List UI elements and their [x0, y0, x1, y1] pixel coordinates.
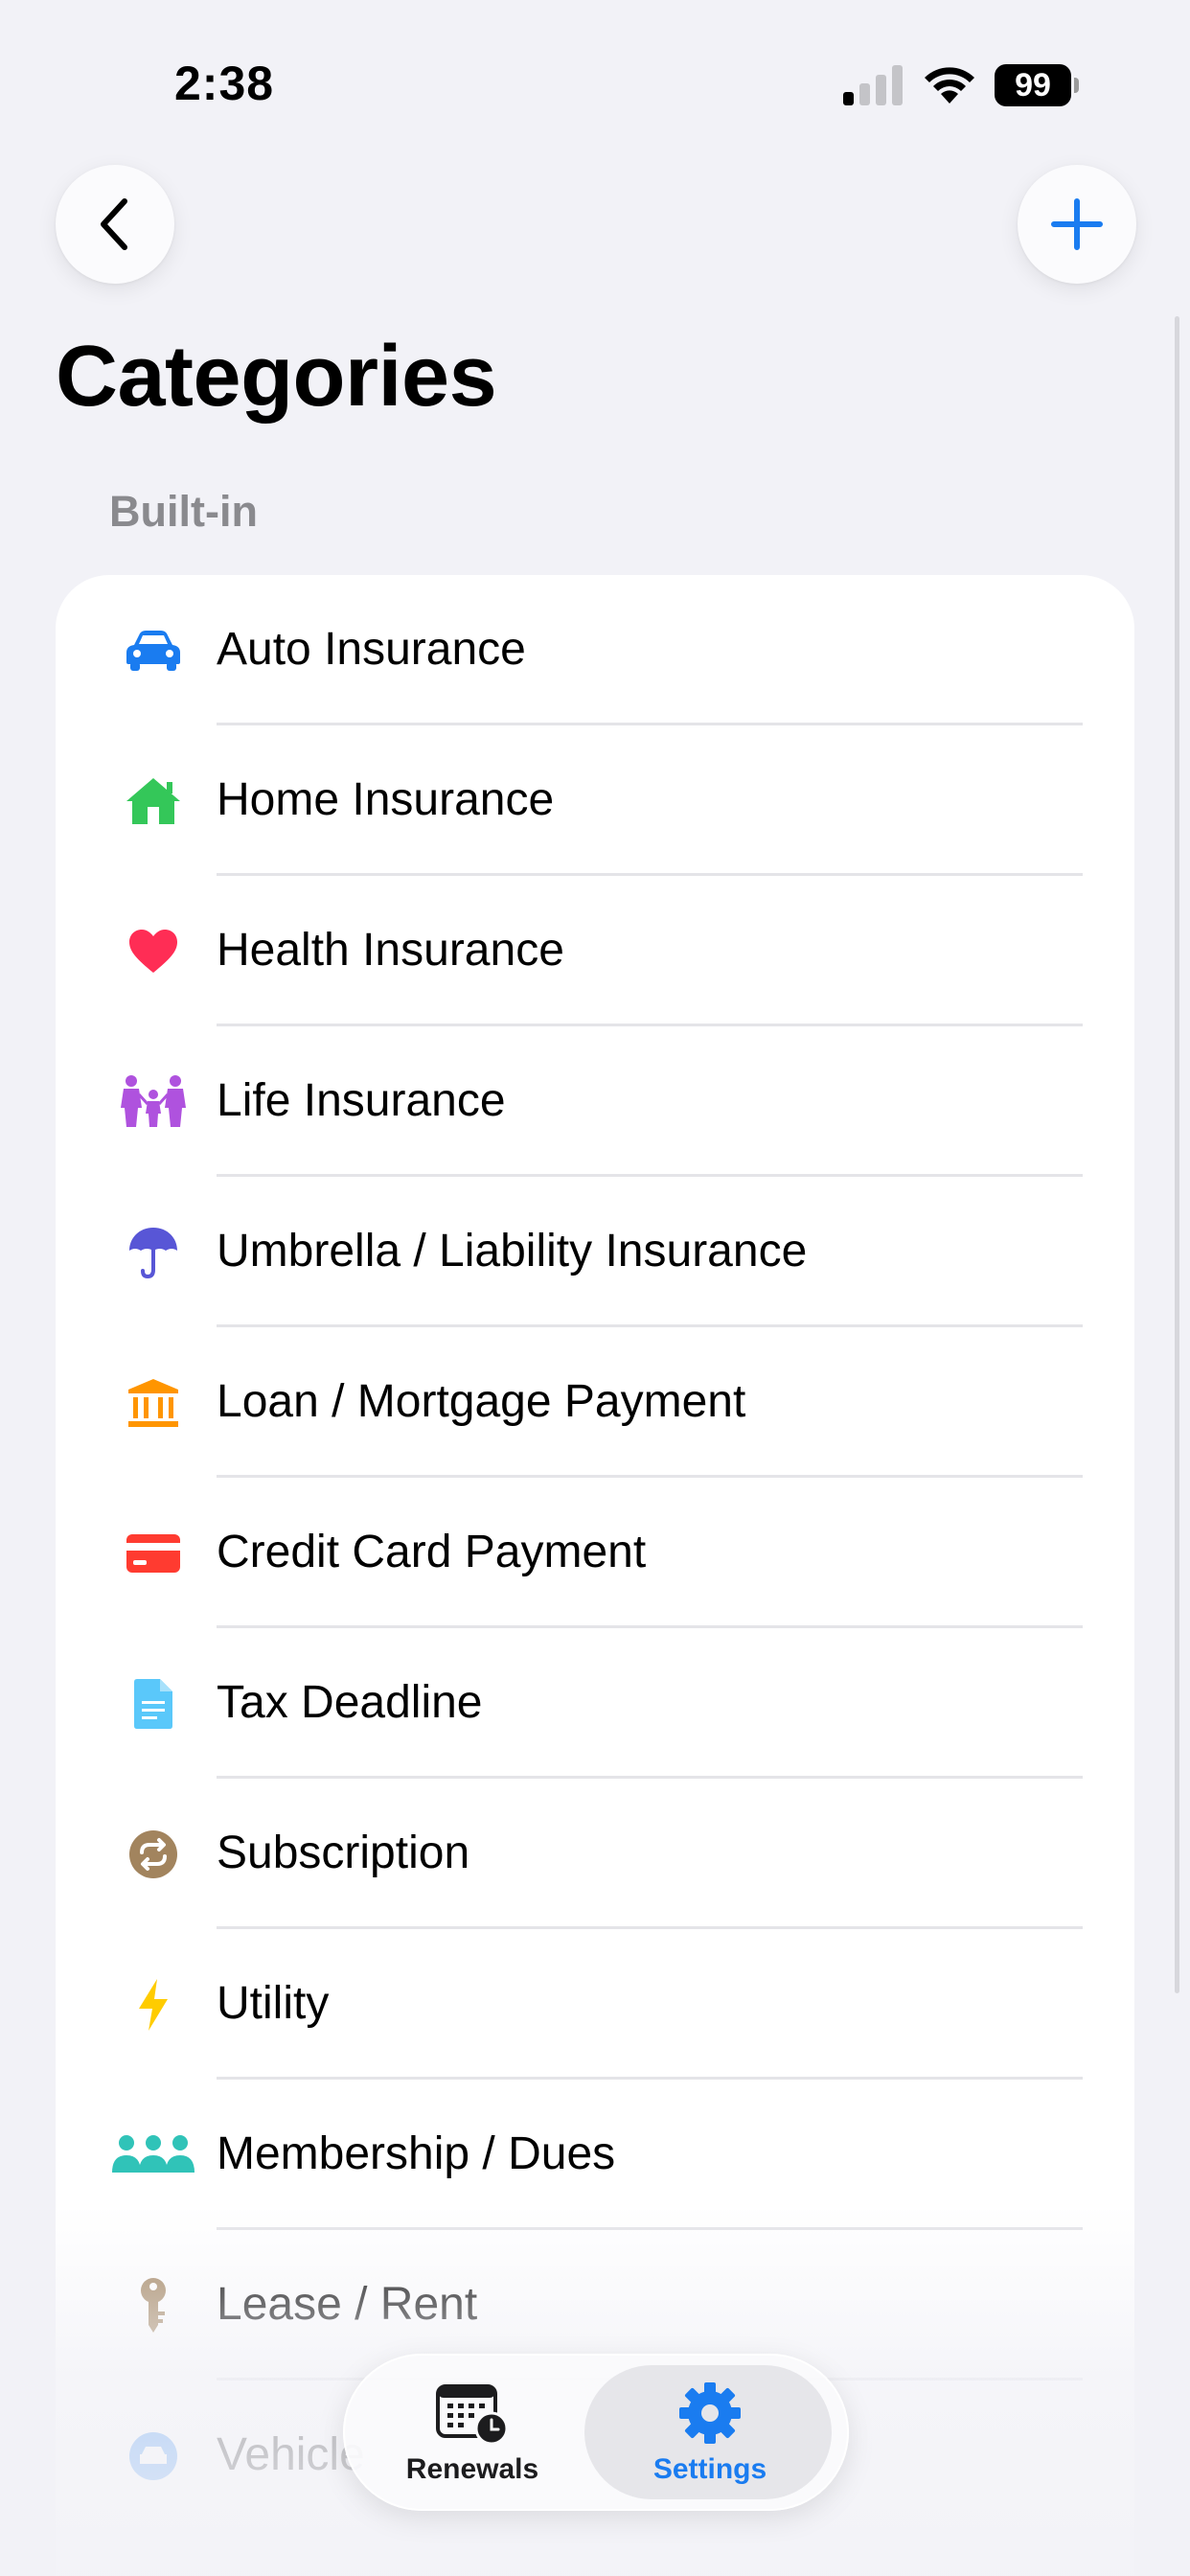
bolt-icon	[103, 1971, 203, 2038]
cellular-signal-icon	[843, 65, 903, 105]
category-label: Life Insurance	[217, 1075, 506, 1126]
category-label: Umbrella / Liability Insurance	[217, 1226, 808, 1276]
category-row-life-insurance[interactable]: Life Insurance	[56, 1026, 1134, 1177]
category-label: Subscription	[217, 1828, 470, 1878]
category-label: Tax Deadline	[217, 1677, 483, 1728]
category-row-tax-deadline[interactable]: Tax Deadline	[56, 1628, 1134, 1779]
section-header-built-in: Built-in	[109, 487, 258, 536]
category-label: Utility	[217, 1978, 330, 2029]
category-row-auto-insurance[interactable]: Auto Insurance	[56, 575, 1134, 725]
tab-label: Renewals	[405, 2453, 539, 2485]
calendar-clock-icon	[353, 2380, 592, 2448]
category-row-health-insurance[interactable]: Health Insurance	[56, 876, 1134, 1026]
category-row-credit-card[interactable]: Credit Card Payment	[56, 1478, 1134, 1628]
category-list: Auto Insurance Home Insurance Health Ins…	[56, 575, 1134, 2576]
category-label: Loan / Mortgage Payment	[217, 1376, 746, 1427]
category-label: Home Insurance	[217, 774, 555, 825]
category-label: Health Insurance	[217, 925, 564, 976]
heart-icon	[103, 918, 203, 985]
key-icon	[103, 2272, 203, 2339]
gear-icon	[590, 2380, 830, 2448]
car-icon	[103, 617, 203, 684]
car-circle-icon	[103, 2423, 203, 2490]
page-title: Categories	[56, 329, 497, 425]
category-row-subscription[interactable]: Subscription	[56, 1779, 1134, 1929]
bank-icon	[103, 1369, 203, 1437]
battery-indicator: 99	[995, 64, 1079, 106]
category-row-utility[interactable]: Utility	[56, 1929, 1134, 2080]
credit-card-icon	[103, 1520, 203, 1587]
category-label: Auto Insurance	[217, 624, 526, 675]
repeat-icon	[103, 1821, 203, 1888]
category-label: Credit Card Payment	[217, 1527, 647, 1577]
category-row-home-insurance[interactable]: Home Insurance	[56, 725, 1134, 876]
status-bar: 2:38 99	[0, 0, 1190, 144]
chevron-left-icon	[101, 198, 127, 250]
umbrella-icon	[103, 1219, 203, 1286]
family-icon	[103, 1069, 203, 1136]
add-category-button[interactable]	[1018, 165, 1136, 284]
category-label: Membership / Dues	[217, 2128, 616, 2179]
category-row-membership[interactable]: Membership / Dues	[56, 2080, 1134, 2230]
tab-bar: Renewals Settings	[343, 2354, 849, 2511]
scroll-indicator[interactable]	[1175, 316, 1179, 1993]
house-icon	[103, 768, 203, 835]
battery-level: 99	[1015, 67, 1051, 104]
document-icon	[103, 1670, 203, 1737]
status-time: 2:38	[174, 57, 275, 110]
category-row-umbrella-insurance[interactable]: Umbrella / Liability Insurance	[56, 1177, 1134, 1327]
wifi-icon	[925, 67, 974, 104]
tab-label: Settings	[652, 2453, 767, 2485]
tab-settings[interactable]: Settings	[590, 2354, 830, 2511]
people-icon	[103, 2122, 203, 2189]
plus-icon	[1051, 198, 1103, 250]
category-row-loan-mortgage[interactable]: Loan / Mortgage Payment	[56, 1327, 1134, 1478]
back-button[interactable]	[56, 165, 174, 284]
category-label: Lease / Rent	[217, 2279, 478, 2330]
tab-renewals[interactable]: Renewals	[353, 2354, 592, 2511]
